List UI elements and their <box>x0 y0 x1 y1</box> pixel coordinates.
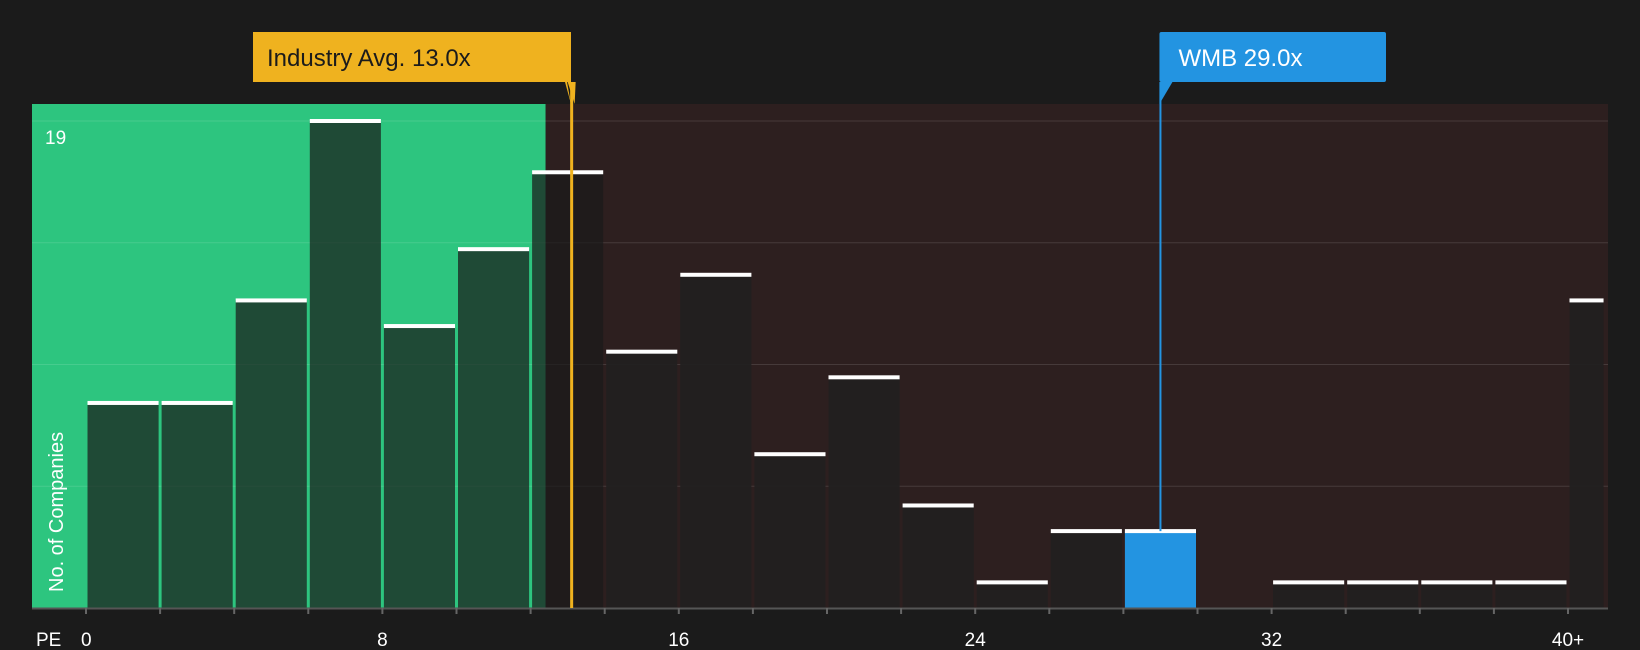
pe-histogram-chart: 0 8 16 24 32 40+ Industry Avg. 13.0x WMB 29.0x… <box>0 0 1640 650</box>
histogram-bar <box>1421 582 1493 608</box>
bar-top-cap <box>1273 580 1345 585</box>
bar-top-cap <box>1050 529 1122 534</box>
y-max-label: 19 <box>45 128 66 149</box>
histogram-bar <box>1569 300 1604 608</box>
histogram-bar <box>87 402 159 608</box>
bar-top-cap <box>383 324 455 329</box>
histogram-bar <box>532 172 604 608</box>
histogram-bar <box>1273 582 1345 608</box>
bar-top-cap <box>606 349 678 354</box>
x-tick-label: 16 <box>668 630 689 650</box>
company-pe-label: WMB 29.0x <box>1178 45 1302 72</box>
x-axis-title: PE <box>36 630 61 650</box>
histogram-bar <box>976 582 1048 608</box>
histogram-bar <box>680 274 752 608</box>
histogram-bar <box>1347 582 1419 608</box>
bar-top-cap <box>754 452 826 457</box>
bar-top-cap <box>532 170 604 175</box>
x-tick-label: 32 <box>1261 630 1282 650</box>
bar-top-cap <box>680 272 752 277</box>
bar-top-cap <box>235 298 307 303</box>
industry-avg-label: Industry Avg. 13.0x <box>267 45 471 72</box>
x-tick-label: 24 <box>965 630 987 650</box>
histogram-bar <box>1124 531 1196 608</box>
x-tick-label: 0 <box>81 630 92 650</box>
histogram-bar <box>828 377 900 608</box>
bar-top-cap <box>309 119 381 123</box>
histogram-bar <box>754 454 826 608</box>
x-tick-label: 8 <box>377 630 388 650</box>
histogram-bar <box>1495 582 1567 608</box>
bar-top-cap <box>1421 580 1493 585</box>
bar-top-cap <box>161 400 233 405</box>
histogram-bar <box>902 505 974 608</box>
y-axis-title: No. of Companies <box>46 432 68 592</box>
bar-top-cap <box>1569 298 1604 303</box>
histogram-bar <box>458 249 530 608</box>
histogram-bar <box>1050 531 1122 608</box>
bar-top-cap <box>87 400 159 405</box>
histogram-bar <box>235 300 307 608</box>
histogram-bar <box>606 351 678 608</box>
bar-top-cap <box>1347 580 1419 585</box>
histogram-bar <box>383 326 455 608</box>
bar-top-cap <box>902 503 974 508</box>
bar-top-cap <box>458 247 530 252</box>
bar-top-cap <box>1495 580 1567 585</box>
histogram-bar <box>309 121 381 608</box>
bar-top-cap <box>828 375 900 380</box>
x-tick-label: 40+ <box>1552 630 1584 650</box>
histogram-bar <box>161 402 233 608</box>
bar-top-cap <box>976 580 1048 585</box>
